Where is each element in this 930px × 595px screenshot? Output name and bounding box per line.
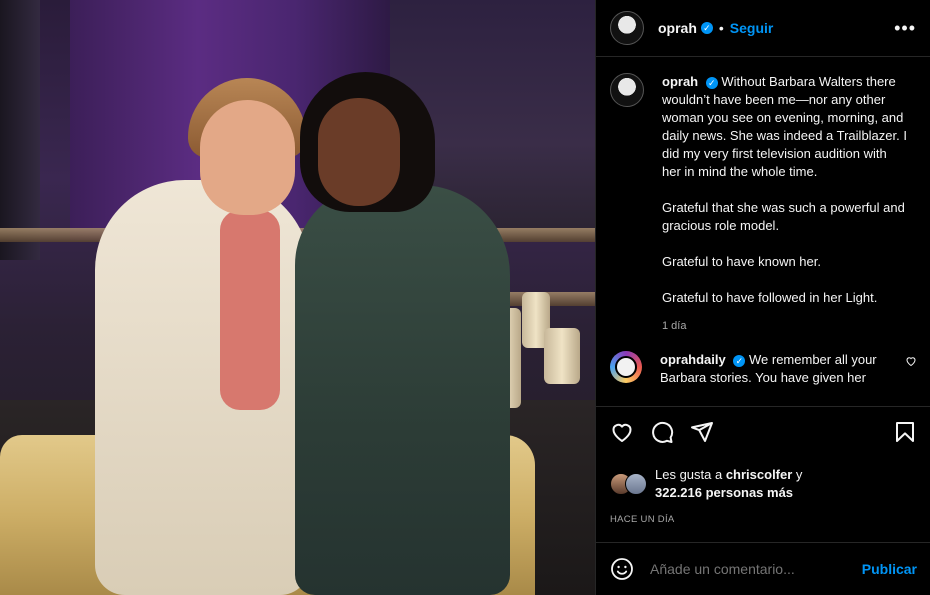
publish-button[interactable]: Publicar: [862, 561, 917, 577]
caption: oprah ✓ Without Barbara Walters there wo…: [596, 57, 930, 335]
avatar[interactable]: [610, 351, 642, 383]
comment-like-icon[interactable]: [905, 355, 917, 370]
follow-button[interactable]: Seguir: [730, 20, 774, 36]
share-icon[interactable]: [690, 420, 714, 444]
comment-composer: Publicar: [596, 542, 930, 595]
verified-icon: ✓: [700, 22, 713, 34]
comment-icon[interactable]: [650, 420, 674, 444]
emoji-icon[interactable]: [610, 557, 634, 581]
more-icon[interactable]: •••: [894, 18, 916, 39]
avatar-inner: [615, 356, 637, 378]
post-timestamp[interactable]: HACE UN DÍA: [610, 514, 675, 525]
caption-paragraph-1: Without Barbara Walters there wouldn’t h…: [662, 74, 907, 179]
likes-summary: Les gusta a chriscolfer y 322.216 person…: [610, 466, 802, 502]
photo-candle: [544, 328, 580, 384]
photo-person-right-face: [318, 98, 400, 206]
likes-suffix: y: [792, 467, 803, 482]
caption-username[interactable]: oprah: [662, 74, 698, 89]
caption-paragraph-4: Grateful to have followed in her Light.: [662, 290, 878, 305]
post-side-panel: oprah ✓ • Seguir ••• oprah ✓ Without Bar…: [595, 0, 930, 595]
heart-icon[interactable]: [610, 420, 634, 444]
verified-icon: ✓: [705, 76, 718, 89]
comments-list[interactable]: oprah ✓ Without Barbara Walters there wo…: [596, 57, 930, 405]
photo-person-left-shirt: [220, 210, 280, 410]
post-photo[interactable]: [0, 0, 595, 595]
photo-column: [0, 0, 40, 260]
separator-dot: •: [718, 20, 724, 36]
caption-paragraph-3: Grateful to have known her.: [662, 254, 821, 269]
likes-text: Les gusta a chriscolfer y 322.216 person…: [655, 466, 802, 502]
post-actions: [596, 406, 930, 456]
save-icon[interactable]: [893, 420, 917, 444]
likes-count[interactable]: 322.216 personas más: [655, 485, 793, 500]
caption-paragraph-2: Grateful that she was such a powerful an…: [662, 200, 905, 233]
post-header: oprah ✓ • Seguir •••: [596, 0, 930, 57]
comment-input[interactable]: [648, 560, 862, 578]
caption-text: oprah ✓ Without Barbara Walters there wo…: [662, 73, 907, 335]
likes-prefix: Les gusta a: [655, 467, 726, 482]
post-username[interactable]: oprah: [658, 20, 697, 36]
comment-item: oprahdaily ✓ We remember all your Barbar…: [596, 335, 930, 387]
likes-user[interactable]: chriscolfer: [726, 467, 792, 482]
post-viewer: oprah ✓ • Seguir ••• oprah ✓ Without Bar…: [0, 0, 930, 595]
photo-person-left-face: [200, 100, 295, 215]
comment-username[interactable]: oprahdaily: [660, 352, 726, 367]
verified-icon: ✓: [733, 354, 746, 367]
avatar[interactable]: [610, 73, 644, 107]
photo-person-right: [295, 185, 510, 595]
comment-text: oprahdaily ✓ We remember all your Barbar…: [660, 351, 905, 387]
caption-time: 1 día: [662, 320, 687, 332]
avatar[interactable]: [610, 11, 644, 45]
avatar[interactable]: [625, 473, 647, 495]
